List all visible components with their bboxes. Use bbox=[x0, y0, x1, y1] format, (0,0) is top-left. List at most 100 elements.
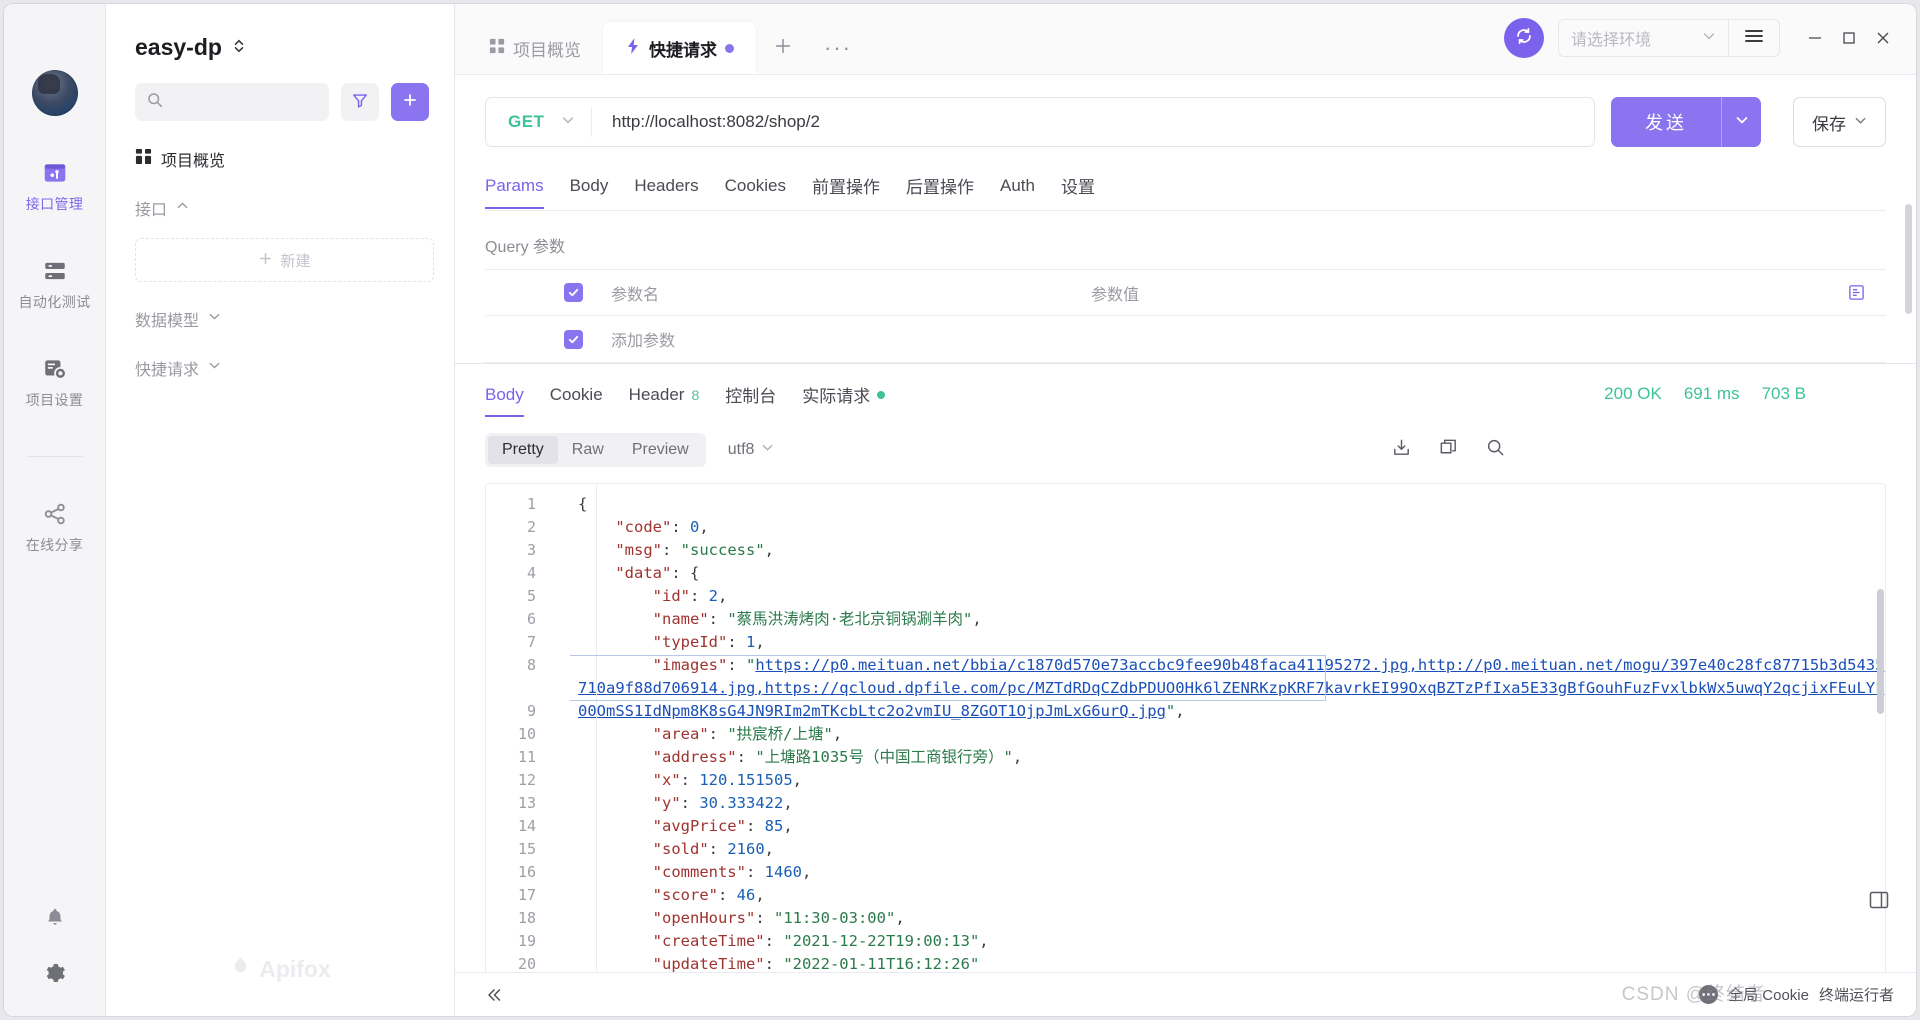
chevron-down-icon bbox=[561, 113, 575, 132]
method-label: GET bbox=[508, 112, 544, 132]
tab-overflow-button[interactable]: ··· bbox=[810, 22, 866, 74]
collapse-sidebar-button[interactable] bbox=[477, 978, 511, 1012]
create-interface-button[interactable]: 新建 bbox=[135, 238, 434, 282]
top-right-controls: 请选择环境 bbox=[1504, 18, 1916, 74]
tab-project-overview[interactable]: 项目概览 bbox=[467, 22, 603, 74]
search-input[interactable] bbox=[135, 83, 329, 121]
code-scrollbar[interactable] bbox=[1877, 589, 1884, 714]
response-tab-header[interactable]: Header 8 bbox=[616, 385, 713, 417]
main-menu-button[interactable] bbox=[1728, 19, 1780, 57]
download-icon[interactable] bbox=[1391, 437, 1412, 463]
close-button[interactable] bbox=[1866, 21, 1900, 55]
send-group: 发送 bbox=[1611, 97, 1761, 147]
request-tab-auth[interactable]: Auth bbox=[987, 176, 1048, 208]
response-code-viewer[interactable]: 1234567891011121314151617181920 { "code"… bbox=[485, 483, 1886, 972]
tab-label: 项目概览 bbox=[513, 36, 581, 61]
view-mode-pretty[interactable]: Pretty bbox=[488, 436, 558, 464]
add-button[interactable] bbox=[391, 83, 429, 121]
avatar[interactable] bbox=[32, 70, 78, 116]
response-code[interactable]: { "code": 0, "msg": "success", "data": {… bbox=[570, 484, 1885, 972]
runner-button[interactable]: 终端运行者 bbox=[1819, 984, 1894, 1005]
sidebar-group-interface[interactable]: 接口 bbox=[135, 196, 434, 220]
chevron-updown-icon bbox=[232, 34, 246, 61]
row-checkbox[interactable] bbox=[564, 330, 583, 349]
encoding-select[interactable]: utf8 bbox=[728, 441, 775, 459]
search-icon[interactable] bbox=[1485, 437, 1506, 463]
maximize-button[interactable] bbox=[1832, 21, 1866, 55]
sync-button[interactable] bbox=[1504, 18, 1544, 58]
bell-icon[interactable] bbox=[43, 906, 67, 935]
filter-button[interactable] bbox=[341, 83, 379, 121]
gear-icon[interactable] bbox=[43, 961, 67, 990]
row-select-cell bbox=[549, 330, 597, 349]
save-button[interactable]: 保存 bbox=[1793, 97, 1886, 147]
rail-item-automation-test[interactable]: 自动化测试 bbox=[4, 258, 105, 312]
request-tab-params[interactable]: Params bbox=[485, 176, 557, 208]
line-number: 1 bbox=[486, 493, 536, 516]
sidebar-group-label: 快捷请求 bbox=[135, 356, 199, 380]
tab-label: 快捷请求 bbox=[649, 36, 717, 61]
code-line: "data": { bbox=[578, 562, 1885, 585]
rail-item-label: 接口管理 bbox=[26, 194, 84, 214]
request-tab-cookies[interactable]: Cookies bbox=[712, 176, 799, 208]
rail-bottom-group bbox=[43, 906, 67, 1016]
url-input[interactable]: http://localhost:8082/shop/2 bbox=[592, 112, 1594, 132]
rail-item-project-settings[interactable]: 项目设置 bbox=[4, 356, 105, 410]
response-toolbar: Pretty Raw Preview utf8 bbox=[455, 419, 1916, 467]
code-line: "y": 30.333422, bbox=[578, 792, 1885, 815]
code-line: "sold": 2160, bbox=[578, 838, 1885, 861]
sidebar-item-project-overview[interactable]: 项目概览 bbox=[135, 147, 434, 171]
sidebar-group-quick-request[interactable]: 快捷请求 bbox=[135, 356, 434, 380]
copy-icon[interactable] bbox=[1438, 437, 1459, 463]
send-options-button[interactable] bbox=[1721, 97, 1761, 147]
rail-item-api-management[interactable]: 接口管理 bbox=[4, 160, 105, 214]
rail-item-label: 项目设置 bbox=[26, 390, 84, 410]
layout-toggle-button[interactable] bbox=[1868, 889, 1890, 916]
view-mode-preview[interactable]: Preview bbox=[618, 436, 703, 464]
table-row[interactable]: 添加参数 bbox=[485, 316, 1886, 362]
grid-icon bbox=[135, 148, 152, 170]
param-name-input[interactable]: 添加参数 bbox=[597, 327, 1077, 351]
plus-icon bbox=[772, 33, 794, 64]
sidebar-item-label: 项目概览 bbox=[161, 147, 225, 171]
select-all-checkbox[interactable] bbox=[564, 283, 583, 302]
code-line: "address": "上塘路1035号（中国工商银行旁）", bbox=[578, 746, 1885, 769]
response-tab-cookie[interactable]: Cookie bbox=[537, 385, 616, 417]
actual-request-dot bbox=[877, 391, 885, 399]
response-status: 200 OK 691 ms 703 B bbox=[1604, 384, 1806, 404]
code-line: "updateTime": "2022-01-11T16:12:26" bbox=[578, 953, 1885, 972]
create-interface-label: 新建 bbox=[280, 250, 310, 271]
response-tab-actual-request[interactable]: 实际请求 bbox=[789, 382, 898, 419]
response-tab-console[interactable]: 控制台 bbox=[712, 382, 789, 419]
new-tab-button[interactable] bbox=[756, 22, 810, 74]
send-button[interactable]: 发送 bbox=[1611, 97, 1721, 147]
request-tab-post-operation[interactable]: 后置操作 bbox=[893, 173, 987, 210]
bulk-edit-button[interactable] bbox=[1826, 284, 1886, 301]
response-tab-body[interactable]: Body bbox=[485, 385, 537, 417]
line-number: 17 bbox=[486, 884, 536, 907]
request-tab-settings[interactable]: 设置 bbox=[1048, 173, 1108, 210]
line-number: 11 bbox=[486, 746, 536, 769]
more-options-icon[interactable] bbox=[1699, 985, 1718, 1004]
status-bar-right: 全局 Cookie 终端运行者 bbox=[1699, 984, 1894, 1005]
method-select[interactable]: GET bbox=[486, 112, 591, 132]
tab-quick-request[interactable]: 快捷请求 bbox=[603, 22, 756, 74]
request-tab-body[interactable]: Body bbox=[557, 176, 622, 208]
request-tab-headers[interactable]: Headers bbox=[621, 176, 711, 208]
view-mode-switch: Pretty Raw Preview bbox=[485, 433, 706, 467]
view-mode-raw[interactable]: Raw bbox=[558, 436, 618, 464]
environment-select[interactable]: 请选择环境 bbox=[1558, 19, 1728, 57]
share-icon bbox=[42, 501, 68, 527]
minimize-button[interactable] bbox=[1798, 21, 1832, 55]
table-header-row: 参数名 参数值 bbox=[485, 270, 1886, 316]
rail-item-share[interactable]: 在线分享 bbox=[4, 501, 105, 555]
request-tab-pre-operation[interactable]: 前置操作 bbox=[799, 173, 893, 210]
apifox-watermark-label: Apifox bbox=[259, 956, 331, 983]
global-cookie-button[interactable]: 全局 Cookie bbox=[1728, 984, 1809, 1005]
project-switcher[interactable]: easy-dp bbox=[106, 4, 454, 61]
request-scrollbar[interactable] bbox=[1905, 204, 1912, 314]
response-tab-label: 实际请求 bbox=[802, 382, 870, 407]
fold-column[interactable] bbox=[548, 484, 570, 972]
project-settings-icon bbox=[42, 356, 68, 382]
sidebar-group-data-model[interactable]: 数据模型 bbox=[135, 307, 434, 331]
